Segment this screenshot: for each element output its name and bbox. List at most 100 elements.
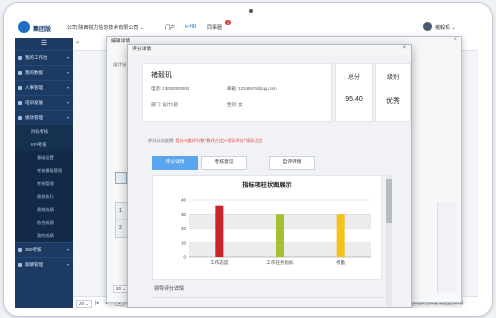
sidebar-item-my-data[interactable]: 我的数据 ▾ xyxy=(15,65,73,80)
chevron-down-icon: ⌄ xyxy=(139,25,144,31)
sidebar-sub2-execute[interactable]: 绩效执行 xyxy=(15,190,73,203)
sidebar-item-label: 绩效管理 xyxy=(25,115,43,120)
x-tick-label: 工作态度 xyxy=(210,259,228,266)
company-name: 陕西锐力信息技术有限公司 xyxy=(78,25,139,31)
data-icon xyxy=(18,71,22,75)
sidebar-sub-target[interactable]: 目标考核 xyxy=(15,125,73,138)
sidebar-sub2-my-results[interactable]: 我的成绩 xyxy=(15,229,73,242)
sidebar-item-label: 360考核 xyxy=(25,247,42,252)
page-size-select[interactable]: 20 ⌄ xyxy=(76,300,93,308)
menu-toggle-icon[interactable]: ☰ xyxy=(15,38,73,50)
chevron-down-icon: ▾ xyxy=(66,100,69,105)
gender-label: 性别: xyxy=(227,102,238,107)
nav-portal[interactable]: 门户 xyxy=(165,24,175,31)
sidebar: ☰ 我的工作台 ▾ 我的数据 ▾ 人事管理 ▾ 培训发展 ▾ 绩效管理 ▾ 目标考核 KP… xyxy=(15,38,73,308)
workbench-icon xyxy=(18,56,22,60)
phone-field: 电话: 13000000000 xyxy=(151,86,189,92)
sidebar-sub2-template[interactable]: 考核模板管理 xyxy=(15,164,73,177)
people-icon xyxy=(18,86,22,90)
nav-colleague-circle[interactable]: 同事圈 xyxy=(207,24,222,31)
chevron-down-icon: ▾ xyxy=(66,262,69,267)
x-tick-label: 考勤 xyxy=(336,259,345,266)
sidebar-sub2-basic-settings[interactable]: 基础设置 xyxy=(15,151,73,164)
company-prefix: 公司: xyxy=(67,25,79,31)
section-divider xyxy=(152,297,384,298)
dept-label: 部门: xyxy=(151,102,162,107)
page-size-value: 20 xyxy=(79,301,85,306)
sidebar-item-hr[interactable]: 人事管理 ▾ xyxy=(15,80,73,95)
chevron-down-icon: ▾ xyxy=(66,247,69,252)
y-tick-label: 30 xyxy=(181,212,187,217)
dept-field: 部门: 设计2部 xyxy=(151,102,178,108)
avatar[interactable] xyxy=(423,22,432,31)
nav-ehr[interactable]: e-HR xyxy=(185,24,197,30)
camera-dot xyxy=(249,9,253,13)
salary-icon xyxy=(18,263,22,267)
brand-name: 集团版 xyxy=(33,27,52,33)
tab-self-evaluation[interactable]: 自评评情 xyxy=(269,156,315,170)
tab-scroll-left-icon[interactable]: « xyxy=(76,40,79,46)
formula-text: 签分×(维评分数^数评占比)+领导评分^领导占比 xyxy=(175,138,263,143)
close-icon[interactable]: × xyxy=(453,37,457,43)
dept-value: 设计2部 xyxy=(162,102,178,107)
username: 褚毅玑 xyxy=(435,25,451,31)
scrollbar[interactable] xyxy=(437,202,456,292)
gender-value: 女 xyxy=(238,102,243,107)
leader-score-section-title: 领导评分详情 xyxy=(154,286,185,292)
sidebar-sub2-combined[interactable]: 结合成绩 xyxy=(15,216,73,229)
user-menu[interactable]: 褚毅玑 ⌄ xyxy=(435,24,456,31)
sidebar-sub-kpi[interactable]: KPI考核 xyxy=(15,138,73,151)
training-icon xyxy=(18,101,22,105)
chevron-down-icon: ▾ xyxy=(66,70,69,75)
page-size-value: 20 xyxy=(116,286,122,291)
chevron-down-icon: ▾ xyxy=(66,55,69,60)
employee-card: 褚毅玑 电话: 13000000000 邮箱: 12345678@qq.com … xyxy=(142,63,332,122)
sidebar-item-label: 培训发展 xyxy=(25,100,43,105)
sidebar-item-performance[interactable]: 绩效管理 ▾ xyxy=(15,110,73,125)
chart-bar[interactable] xyxy=(276,214,284,257)
circle-icon xyxy=(18,248,22,252)
email-field: 邮箱: 12345678@qq.com xyxy=(227,86,277,92)
scrollbar-thumb[interactable] xyxy=(386,179,392,223)
employee-name: 褚毅玑 xyxy=(151,72,172,79)
total-score-value: 95.40 xyxy=(345,96,363,103)
chevron-down-icon: ▾ xyxy=(66,115,69,120)
sidebar-item-training[interactable]: 培训发展 ▾ xyxy=(15,95,73,110)
company-selector[interactable]: 公司:陕西锐力信息技术有限公司 ⌄ xyxy=(67,24,144,31)
email-label: 邮箱: xyxy=(227,86,238,91)
level-label: 级别 xyxy=(386,75,399,81)
sidebar-item-360[interactable]: 360考核 ▾ xyxy=(15,242,73,257)
sidebar-item-label: 人事管理 xyxy=(25,85,43,90)
formula-label: 评分公式说明: xyxy=(148,138,175,143)
phone-label: 电话: xyxy=(151,86,162,91)
tab-review-comments[interactable]: 考核意见 xyxy=(201,156,247,170)
y-tick-label: 20 xyxy=(181,226,187,231)
first-page-icon[interactable]: |◂ xyxy=(95,300,98,306)
y-tick-label: 40 xyxy=(181,198,187,203)
chart-bar[interactable] xyxy=(215,205,224,257)
chevron-down-icon: ⌄ xyxy=(451,25,456,31)
sidebar-item-label: 我的工作台 xyxy=(25,55,48,60)
x-tick-label: 工作任务指标 xyxy=(267,259,294,266)
level-value: 优秀 xyxy=(386,98,400,105)
chart-bar[interactable] xyxy=(336,214,345,257)
tab-score-details[interactable]: 评分详情 xyxy=(152,156,198,170)
dialog-scrollbar[interactable] xyxy=(386,175,392,307)
sidebar-item-salary[interactable]: 薪酬管理 ▾ xyxy=(15,257,73,272)
y-tick-label: 0 xyxy=(183,255,186,260)
sidebar-item-label: 我的数据 xyxy=(25,70,43,75)
close-icon[interactable]: × xyxy=(402,45,406,51)
sidebar-item-workbench[interactable]: 我的工作台 ▾ xyxy=(15,50,73,65)
gender-field: 性别: 女 xyxy=(227,102,243,108)
phone-value: 13000000000 xyxy=(162,86,190,91)
chevron-down-icon: ▾ xyxy=(66,85,69,90)
sidebar-sub2-manage[interactable]: 考核管理 xyxy=(15,177,73,190)
document-icon xyxy=(115,172,127,184)
score-details-dialog: 评分详情 × 褚毅玑 电话: 13000000000 邮箱: 12345678@… xyxy=(127,44,412,308)
sidebar-sub2-results[interactable]: 绩效成绩 xyxy=(15,203,73,216)
total-score-label: 总分 xyxy=(347,75,360,81)
dialog-body: 褚毅玑 电话: 13000000000 邮箱: 12345678@qq.com … xyxy=(128,55,411,307)
y-tick-label: 10 xyxy=(181,240,187,245)
screen: 集团版 公司:陕西锐力信息技术有限公司 ⌄ 门户 e-HR 同事圈 1 褚毅玑 … xyxy=(15,18,478,308)
total-score-box: 总分 95.40 xyxy=(335,63,373,122)
